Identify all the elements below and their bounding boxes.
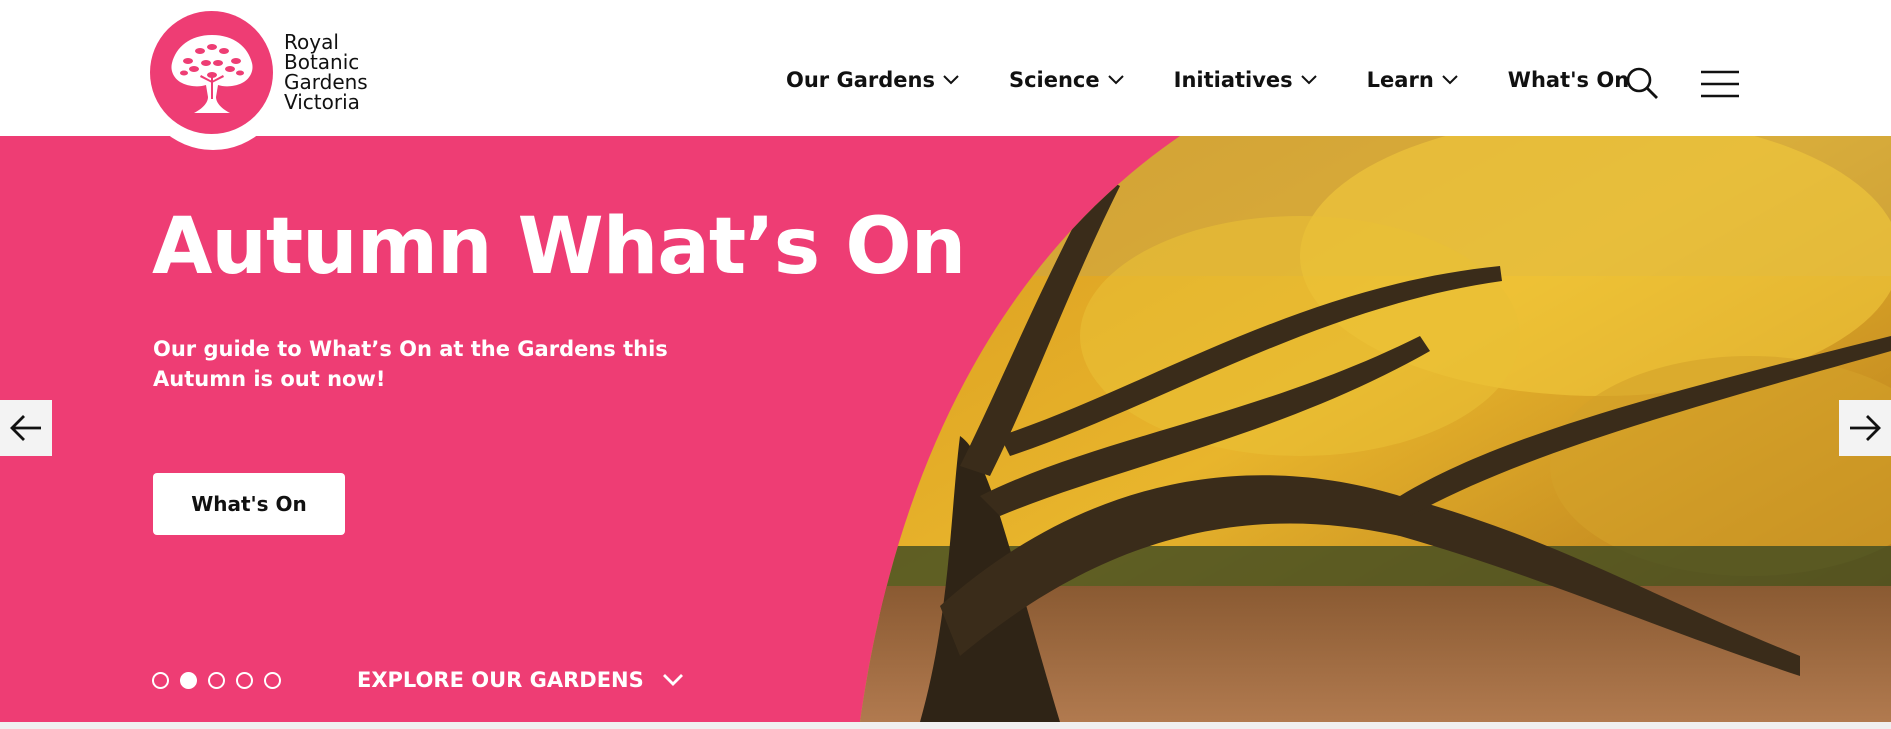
carousel-dot-1[interactable] <box>152 672 169 689</box>
hero-carousel: Autumn What’s On Our guide to What’s On … <box>0 136 1891 722</box>
chevron-down-icon <box>943 75 959 85</box>
nav-item-our-gardens[interactable]: Our Gardens <box>786 68 959 92</box>
nav-item-label: Science <box>1008 68 1100 92</box>
explore-label: EXPLORE OUR GARDENS <box>357 668 644 692</box>
hamburger-menu-icon[interactable] <box>1700 70 1740 98</box>
carousel-dot-3[interactable] <box>208 672 225 689</box>
chevron-down-icon <box>1442 75 1458 85</box>
brand-wordmark[interactable]: Royal Botanic Gardens Victoria <box>284 32 368 112</box>
brand-line: Victoria <box>284 90 360 114</box>
carousel-dot-4[interactable] <box>236 672 253 689</box>
nav-item-label: Our Gardens <box>786 68 935 92</box>
nav-item-science[interactable]: Science <box>1009 68 1124 92</box>
nav-item-label: Learn <box>1366 68 1434 92</box>
hero-title: Autumn What’s On <box>152 202 966 292</box>
chevron-down-icon <box>1300 75 1317 85</box>
nav-item-whats-on[interactable]: What's On <box>1508 68 1629 92</box>
arrow-left-icon <box>10 415 41 441</box>
hero-subtitle: Our guide to What’s On at the Gardens th… <box>153 337 668 391</box>
carousel-prev-button[interactable] <box>0 400 52 456</box>
nav-item-label: What's On <box>1507 68 1630 92</box>
brand-line: Royal <box>284 30 339 54</box>
brand-line: Gardens <box>284 70 368 94</box>
carousel-next-button[interactable] <box>1839 400 1891 456</box>
arrow-right-icon <box>1850 415 1881 441</box>
carousel-dot-5[interactable] <box>264 672 281 689</box>
brand-line: Botanic <box>284 50 360 74</box>
chevron-down-icon <box>1107 75 1124 85</box>
search-icon[interactable] <box>1625 66 1659 100</box>
chevron-down-icon <box>662 674 683 686</box>
page-divider <box>0 722 1891 729</box>
nav-item-initiatives[interactable]: Initiatives <box>1174 68 1317 92</box>
nav-item-label: Initiatives <box>1173 68 1293 92</box>
logo-icon[interactable] <box>150 11 273 134</box>
main-nav: Our Gardens Science Initiatives Learn Wh… <box>786 68 1629 92</box>
explore-gardens-link[interactable]: EXPLORE OUR GARDENS <box>357 668 684 692</box>
carousel-dot-2[interactable] <box>180 672 197 689</box>
nav-item-learn[interactable]: Learn <box>1367 68 1458 92</box>
whats-on-button[interactable]: What's On <box>153 473 345 535</box>
carousel-pagination <box>152 672 292 689</box>
